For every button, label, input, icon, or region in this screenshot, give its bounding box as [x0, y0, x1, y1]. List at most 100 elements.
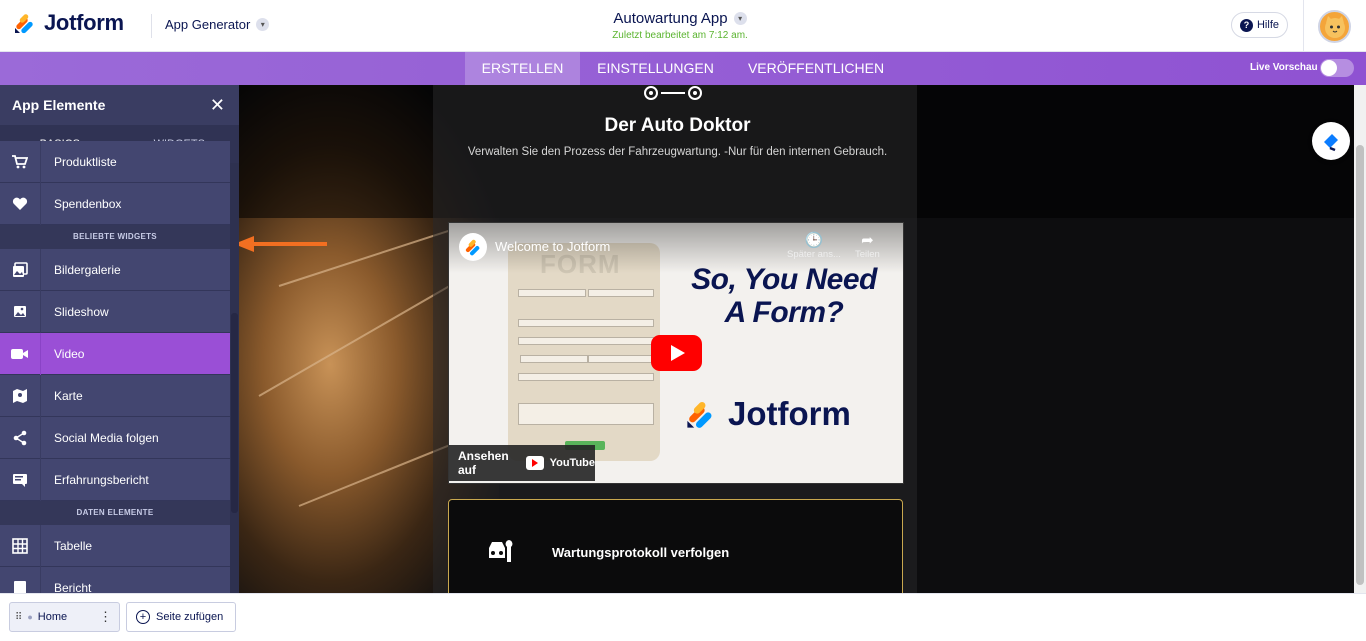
sidebar-item-video[interactable]: Video	[0, 332, 230, 375]
table-icon	[0, 524, 41, 567]
sidebar-item-slideshow[interactable]: Slideshow	[0, 290, 230, 333]
sidebar-item-label: Tabelle	[54, 538, 93, 553]
builder-nav-bar: ERSTELLEN EINSTELLUNGEN VERÖFFENTLICHEN …	[0, 52, 1366, 85]
form-field	[588, 355, 654, 363]
cart-icon	[0, 140, 41, 183]
header-divider	[1303, 0, 1304, 52]
sidebar-item-spendenbox[interactable]: Spendenbox	[0, 182, 230, 225]
video-camera-icon	[0, 332, 41, 375]
form-field	[518, 319, 654, 327]
drag-handle-icon[interactable]: ⠿	[10, 612, 27, 623]
sidebar-item-social-media[interactable]: Social Media folgen	[0, 416, 230, 459]
play-button[interactable]	[651, 335, 702, 371]
heart-icon	[0, 182, 41, 225]
form-illustration: FORM	[508, 243, 660, 461]
more-options-icon[interactable]: ⋮	[99, 609, 119, 625]
video-title[interactable]: Welcome to Jotform	[495, 239, 610, 254]
sidebar-item-bericht[interactable]: Bericht	[0, 566, 230, 594]
app-logo-icon	[643, 85, 703, 108]
header-divider	[151, 14, 152, 38]
sidebar-item-label: Spendenbox	[54, 196, 122, 211]
app-generator-label: App Generator	[165, 17, 251, 32]
app-title: Autowartung App	[613, 10, 728, 27]
app-generator-dropdown[interactable]: App Generator ▾	[165, 17, 270, 32]
logo-text: Jotform	[44, 10, 124, 35]
form-field	[520, 355, 588, 363]
car-wrench-icon	[487, 538, 515, 570]
sidebar-item-karte[interactable]: Karte	[0, 374, 230, 417]
jotform-logo-icon	[687, 402, 712, 428]
video-widget[interactable]: FORM So, You Need A Form? Jotform	[448, 222, 904, 484]
sidebar-item-label: Produktliste	[54, 154, 117, 169]
top-bar: Jotform App Generator ▾ Autowartung App …	[0, 0, 1366, 52]
chevron-down-icon: ▾	[733, 12, 747, 25]
sidebar-item-tabelle[interactable]: Tabelle	[0, 524, 230, 567]
section-popular-widgets: BELIEBTE WIDGETS	[0, 225, 230, 249]
watch-on-label: Ansehen auf	[458, 449, 509, 477]
app-name-heading[interactable]: Der Auto Doktor	[239, 115, 1116, 137]
toggle-knob	[1321, 60, 1337, 76]
app-title-dropdown[interactable]: Autowartung App ▾	[613, 10, 747, 27]
sidebar-scrollbar[interactable]	[230, 163, 239, 593]
sidebar-item-label: Bildergalerie	[54, 262, 121, 277]
watch-on-youtube-button[interactable]: Ansehen auf YouTube	[449, 445, 595, 481]
scrollbar-thumb[interactable]	[1356, 145, 1364, 585]
home-dot-icon: ●	[27, 612, 33, 622]
form-field	[518, 337, 654, 345]
live-preview-toggle[interactable]	[1320, 59, 1354, 77]
sidebar-header: App Elemente ✕	[0, 85, 239, 125]
maintenance-log-card[interactable]: Wartungsprotokoll verfolgen	[448, 499, 903, 593]
watch-later-label: Später ans...	[787, 249, 841, 260]
report-icon	[0, 566, 41, 593]
cat-avatar-icon	[1324, 15, 1345, 38]
sidebar-item-label: Bericht	[54, 580, 92, 594]
play-icon	[671, 345, 685, 361]
sidebar-item-erfahrungsbericht[interactable]: Erfahrungsbericht	[0, 458, 230, 501]
user-avatar[interactable]	[1318, 10, 1351, 43]
slideshow-icon	[0, 290, 41, 333]
sidebar-item-label: Slideshow	[54, 304, 109, 319]
help-label: Hilfe	[1256, 19, 1279, 31]
share-button[interactable]: ➦ Teilen	[855, 231, 880, 260]
canvas-scrollbar[interactable]	[1354, 85, 1366, 593]
tab-einstellungen[interactable]: EINSTELLUNGEN	[588, 52, 723, 85]
jotform-logo-icon	[15, 14, 33, 34]
sidebar-item-bildergalerie[interactable]: Bildergalerie	[0, 248, 230, 291]
sidebar-item-label: Karte	[54, 388, 83, 403]
last-edited-status: Zuletzt bearbeitet am 7:12 am.	[612, 30, 748, 41]
add-page-button[interactable]: + Seite zufügen	[126, 602, 236, 632]
page-label: Home	[37, 611, 68, 623]
app-elements-sidebar: App Elemente ✕ BASICS WIDGETS Produktlis…	[0, 85, 239, 593]
app-description[interactable]: Verwalten Sie den Prozess der Fahrzeugwa…	[239, 146, 1116, 158]
form-field	[588, 289, 654, 297]
tab-erstellen[interactable]: ERSTELLEN	[465, 52, 580, 85]
app-title-area: Autowartung App ▾ Zuletzt bearbeitet am …	[560, 10, 800, 41]
form-textarea	[518, 403, 654, 425]
help-button[interactable]: ? Hilfe	[1231, 12, 1288, 38]
video-brand-text: Jotform	[728, 395, 851, 432]
plus-icon: +	[136, 610, 150, 624]
sidebar-item-produktliste[interactable]: Produktliste	[0, 140, 230, 183]
arrow-pointer-icon	[239, 236, 327, 252]
youtube-icon	[526, 456, 544, 470]
sidebar-item-label: Social Media folgen	[54, 430, 159, 445]
section-data-elements: DATEN ELEMENTE	[0, 501, 230, 525]
watch-later-button[interactable]: 🕒 Später ans...	[787, 231, 841, 260]
page-chip-home[interactable]: ⠿ ● Home ⋮	[9, 602, 120, 632]
close-icon[interactable]: ✕	[210, 95, 225, 116]
question-icon: ?	[1239, 18, 1253, 32]
paint-roller-icon	[1324, 134, 1338, 152]
jotform-logo[interactable]: Jotform	[14, 10, 124, 36]
sidebar-item-label: Erfahrungsbericht	[54, 472, 149, 487]
scrollbar-thumb[interactable]	[231, 313, 238, 513]
add-page-label: Seite zufügen	[156, 611, 224, 623]
form-field	[518, 373, 654, 381]
share-icon	[0, 416, 41, 459]
video-brand: Jotform	[686, 395, 851, 433]
testimonial-icon	[0, 458, 41, 501]
app-designer-button[interactable]	[1312, 122, 1350, 160]
jotform-logo-icon	[465, 239, 480, 256]
tab-veroeffentlichen[interactable]: VERÖFFENTLICHEN	[738, 52, 894, 85]
channel-avatar[interactable]	[459, 233, 487, 261]
page-bar: ⠿ ● Home ⋮ + Seite zufügen	[0, 593, 1366, 641]
